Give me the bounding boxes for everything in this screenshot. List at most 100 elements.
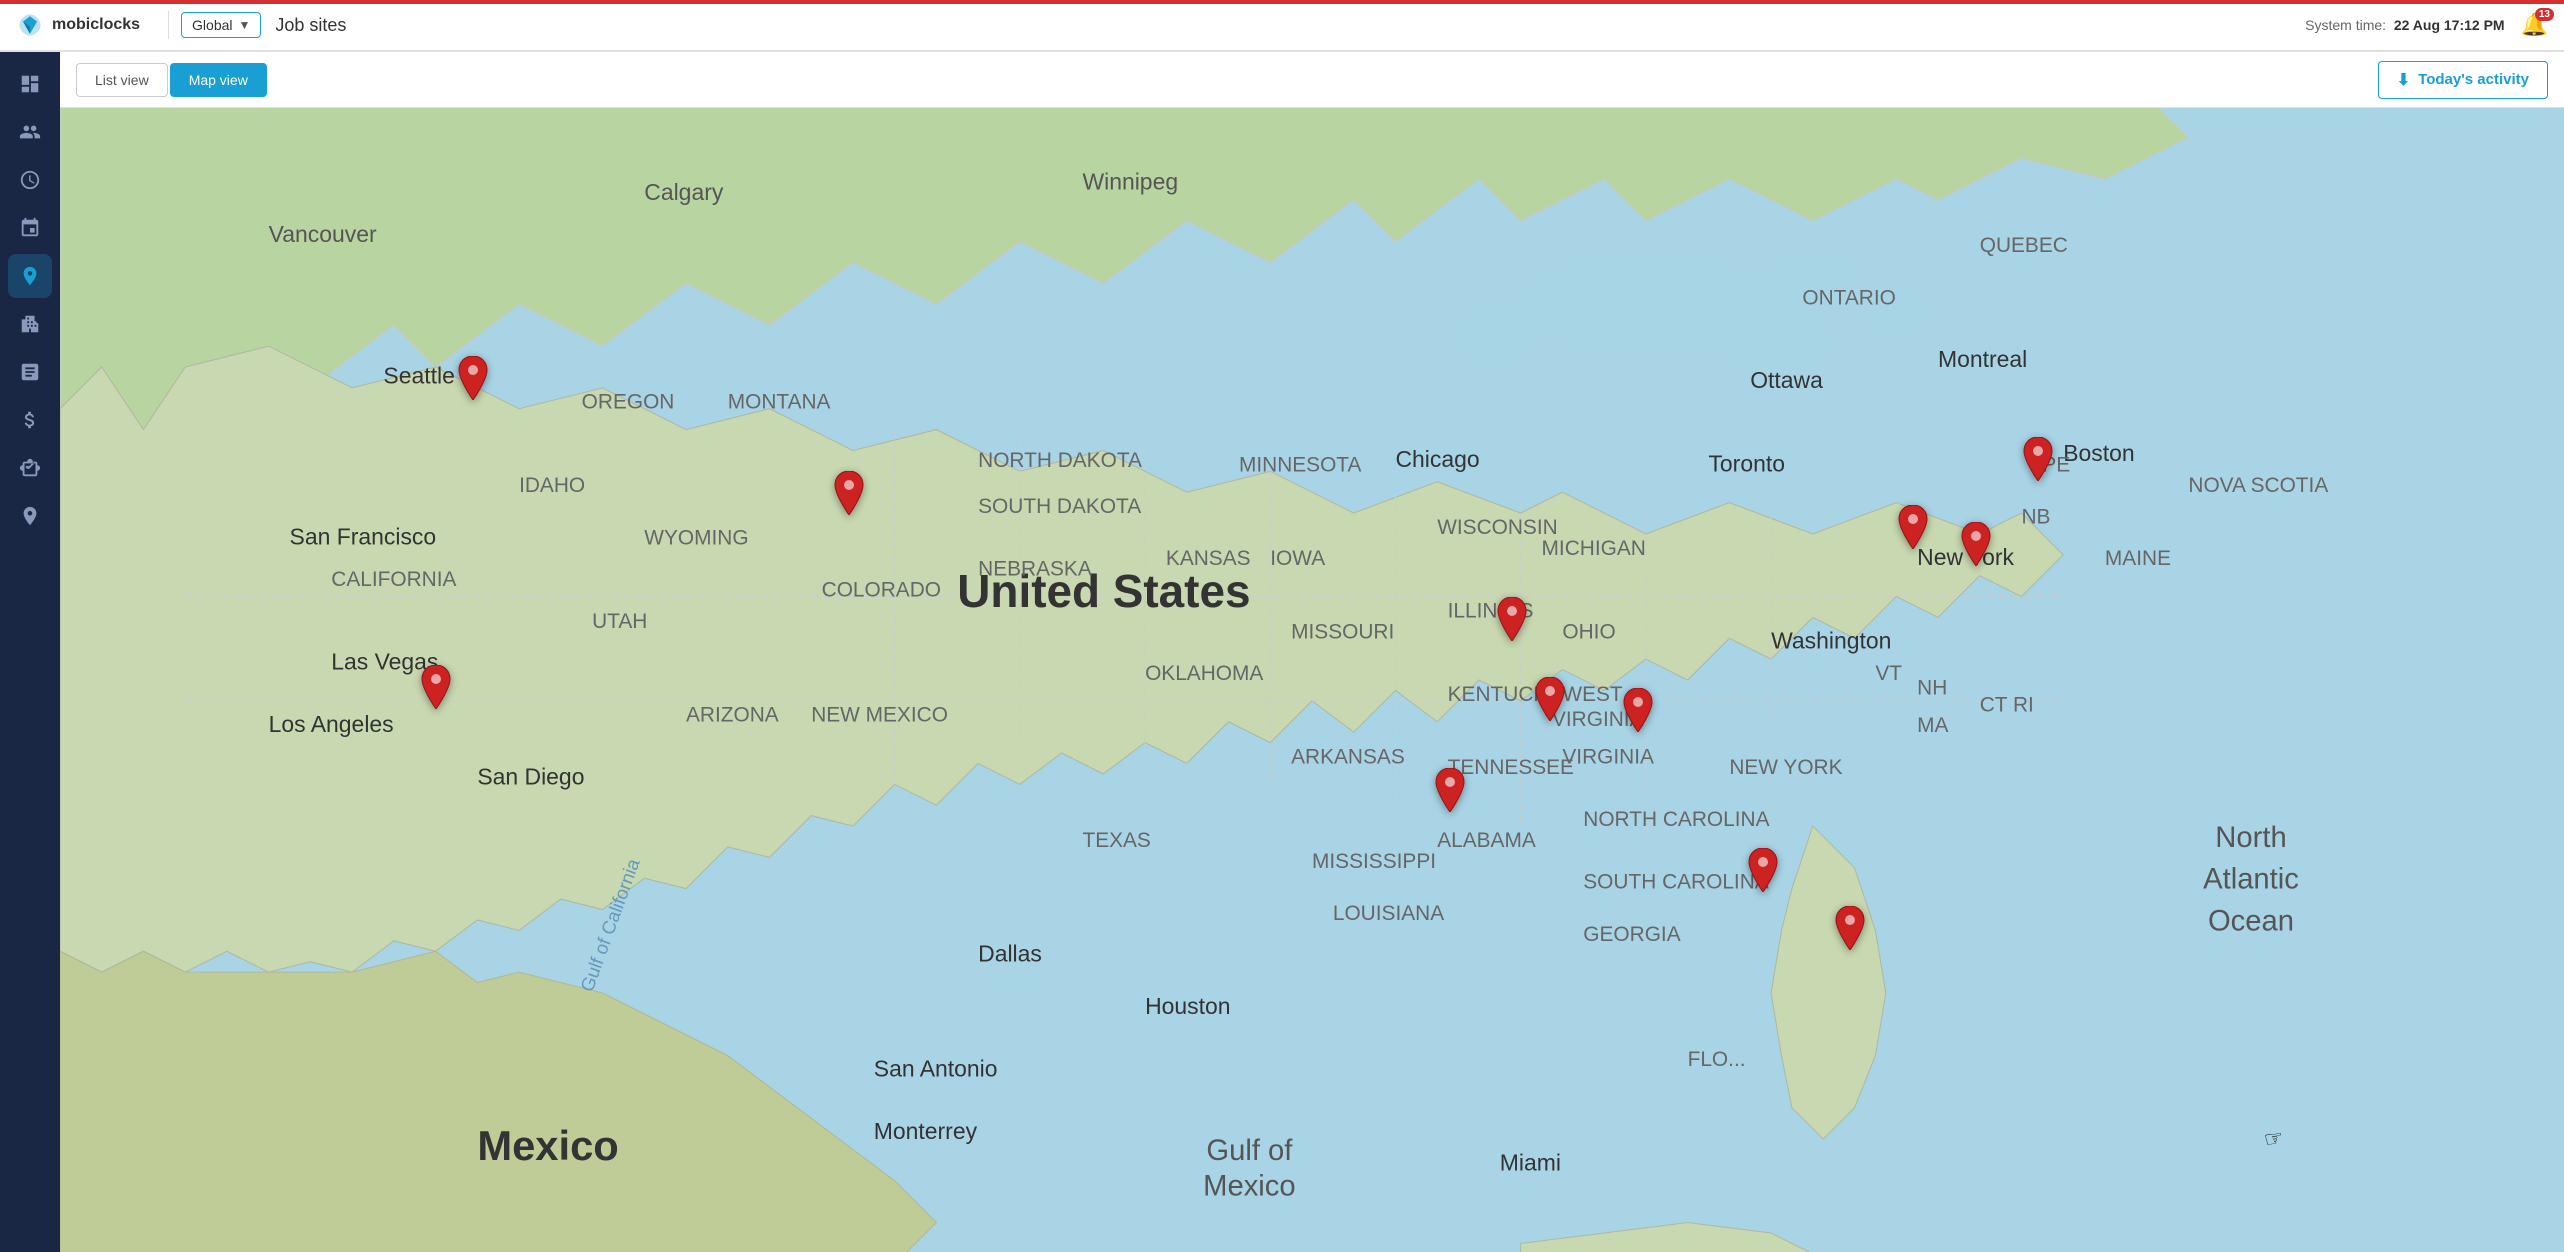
- header-divider: [168, 11, 169, 39]
- svg-text:CT RI: CT RI: [1980, 693, 2034, 716]
- svg-text:Monterrey: Monterrey: [874, 1118, 978, 1144]
- svg-text:Boston: Boston: [2063, 440, 2134, 466]
- sidebar-item-building[interactable]: [8, 302, 52, 346]
- sidebar-item-location[interactable]: [8, 494, 52, 538]
- map-pin-los-angeles[interactable]: [418, 665, 454, 714]
- svg-text:MA: MA: [1917, 714, 1948, 737]
- sidebar-item-pay[interactable]: [8, 398, 52, 442]
- logo-area: mobiclocks: [16, 11, 140, 39]
- svg-text:Mexico: Mexico: [477, 1122, 618, 1169]
- svg-text:IDAHO: IDAHO: [519, 474, 585, 497]
- map-pin-washington-dc-2[interactable]: [1958, 522, 1994, 571]
- svg-text:Washington: Washington: [1771, 628, 1891, 654]
- svg-text:MISSOURI: MISSOURI: [1291, 620, 1394, 643]
- svg-text:Mexico: Mexico: [1203, 1170, 1296, 1202]
- svg-text:NB: NB: [2021, 506, 2050, 529]
- map-pin-washington-dc-1[interactable]: [1895, 505, 1931, 554]
- system-time: System time: 22 Aug 17:12 PM: [2305, 17, 2504, 33]
- page-title: Job sites: [275, 15, 346, 36]
- sidebar-item-jobsites[interactable]: [8, 254, 52, 298]
- svg-text:ONTARIO: ONTARIO: [1802, 286, 1895, 309]
- map-pin-tennessee-2[interactable]: [1620, 688, 1656, 737]
- map-container: United States Mexico North Atlantic Ocea…: [60, 108, 2564, 1252]
- svg-text:NORTH CAROLINA: NORTH CAROLINA: [1583, 808, 1769, 831]
- download-icon: ⬇: [2397, 70, 2410, 90]
- svg-text:ARKANSAS: ARKANSAS: [1291, 745, 1405, 768]
- svg-text:CALIFORNIA: CALIFORNIA: [331, 568, 456, 591]
- view-toggle: List view Map view: [76, 63, 267, 97]
- logo-text: mobiclocks: [52, 16, 140, 34]
- svg-text:Seattle: Seattle: [383, 363, 454, 389]
- list-view-button[interactable]: List view: [76, 63, 168, 97]
- today-activity-button[interactable]: ⬇ Today's activity: [2378, 61, 2548, 99]
- map-pin-mississippi[interactable]: [1432, 768, 1468, 817]
- svg-text:San Antonio: San Antonio: [874, 1055, 998, 1081]
- svg-text:UTAH: UTAH: [592, 610, 647, 633]
- map-pin-florida-1[interactable]: [1745, 848, 1781, 897]
- sub-header: List view Map view ⬇ Today's activity: [60, 52, 2564, 108]
- svg-text:GEORGIA: GEORGIA: [1583, 923, 1680, 946]
- svg-text:MAINE: MAINE: [2105, 547, 2171, 570]
- svg-text:Chicago: Chicago: [1395, 446, 1479, 472]
- svg-text:SOUTH DAKOTA: SOUTH DAKOTA: [978, 495, 1141, 518]
- map-pin-florida-2[interactable]: [1832, 906, 1868, 955]
- svg-text:Miami: Miami: [1500, 1149, 1561, 1175]
- global-select-dropdown[interactable]: Global ▼: [181, 12, 261, 38]
- logo-icon: [16, 11, 44, 39]
- svg-text:Atlantic: Atlantic: [2203, 864, 2299, 896]
- svg-text:NOVA SCOTIA: NOVA SCOTIA: [2188, 474, 2328, 497]
- top-header: mobiclocks Global ▼ Job sites System tim…: [0, 0, 2564, 52]
- sidebar-item-users-pay[interactable]: [8, 446, 52, 490]
- svg-text:OREGON: OREGON: [582, 391, 675, 414]
- map-pin-new-york[interactable]: [2020, 437, 2056, 486]
- map-pin-wyoming[interactable]: [831, 471, 867, 520]
- red-accent-bar: [0, 0, 2564, 4]
- svg-text:COLORADO: COLORADO: [822, 579, 941, 602]
- map-pin-tennessee-1[interactable]: [1532, 677, 1568, 726]
- sidebar-item-calendar[interactable]: [8, 206, 52, 250]
- svg-text:San Diego: San Diego: [477, 763, 584, 789]
- svg-text:North: North: [2215, 822, 2286, 854]
- notification-button[interactable]: 🔔 13: [2521, 12, 2548, 38]
- svg-text:VIRGINIA: VIRGINIA: [1562, 745, 1654, 768]
- sidebar-item-dashboard[interactable]: [8, 62, 52, 106]
- sidebar-item-people[interactable]: [8, 110, 52, 154]
- svg-text:MONTANA: MONTANA: [728, 391, 831, 414]
- svg-text:QUEBEC: QUEBEC: [1980, 234, 2068, 257]
- svg-text:IOWA: IOWA: [1270, 547, 1325, 570]
- svg-text:VT: VT: [1875, 662, 1902, 685]
- svg-text:KANSAS: KANSAS: [1166, 547, 1251, 570]
- svg-text:ALABAMA: ALABAMA: [1437, 829, 1536, 852]
- svg-text:Montreal: Montreal: [1938, 346, 2027, 372]
- svg-text:Los Angeles: Los Angeles: [269, 711, 394, 737]
- svg-text:Gulf of: Gulf of: [1206, 1135, 1293, 1167]
- svg-text:FLO...: FLO...: [1688, 1048, 1746, 1071]
- svg-text:OHIO: OHIO: [1562, 620, 1615, 643]
- svg-text:MISSISSIPPI: MISSISSIPPI: [1312, 850, 1436, 873]
- svg-text:NORTH DAKOTA: NORTH DAKOTA: [978, 449, 1142, 472]
- global-select-label: Global: [192, 17, 232, 33]
- sidebar-item-reports[interactable]: [8, 350, 52, 394]
- map-view-button[interactable]: Map view: [170, 63, 267, 97]
- map-pin-kentucky[interactable]: [1494, 597, 1530, 646]
- map-pin-seattle[interactable]: [455, 356, 491, 405]
- svg-text:San Francisco: San Francisco: [290, 523, 437, 549]
- svg-text:Toronto: Toronto: [1708, 450, 1785, 476]
- svg-text:TEXAS: TEXAS: [1082, 829, 1150, 852]
- today-activity-label: Today's activity: [2418, 71, 2529, 88]
- content-area: List view Map view ⬇ Today's activity: [60, 52, 2564, 1252]
- svg-text:Dallas: Dallas: [978, 941, 1042, 967]
- sidebar: [0, 52, 60, 1252]
- svg-text:Ottawa: Ottawa: [1750, 367, 1823, 393]
- svg-text:MINNESOTA: MINNESOTA: [1239, 453, 1362, 476]
- svg-text:Calgary: Calgary: [644, 179, 724, 205]
- svg-text:WISCONSIN: WISCONSIN: [1437, 516, 1558, 539]
- svg-text:SOUTH CAROLINA: SOUTH CAROLINA: [1583, 871, 1769, 894]
- svg-text:ARIZONA: ARIZONA: [686, 704, 779, 727]
- sidebar-item-clock[interactable]: [8, 158, 52, 202]
- system-time-label: System time:: [2305, 17, 2386, 33]
- svg-text:Ocean: Ocean: [2208, 905, 2294, 937]
- svg-text:NEBRASKA: NEBRASKA: [978, 558, 1092, 581]
- svg-text:Houston: Houston: [1145, 993, 1230, 1019]
- svg-text:Winnipeg: Winnipeg: [1082, 169, 1178, 195]
